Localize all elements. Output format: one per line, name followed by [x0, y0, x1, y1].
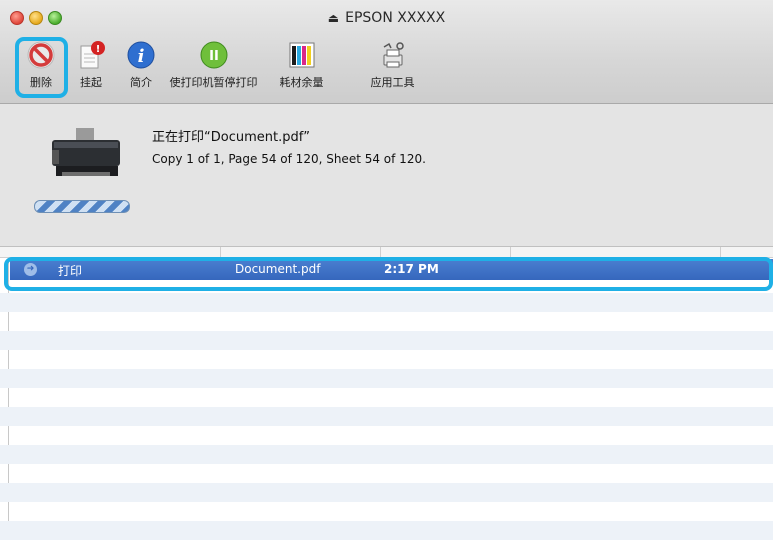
row-highlight [4, 257, 773, 291]
column-divider [510, 247, 511, 257]
pause-icon: II [200, 41, 227, 69]
supply-levels-label: 耗材余量 [279, 76, 324, 89]
utility-icon [383, 42, 404, 68]
column-divider [380, 247, 381, 257]
printer-icon [52, 128, 120, 176]
job-title: 正在打印“Document.pdf” [152, 130, 311, 145]
info-glyph: i [138, 46, 145, 67]
empty-row [0, 407, 773, 426]
empty-row [0, 445, 773, 464]
printer-queue-icon: ⏏ [327, 11, 340, 25]
pause-glyph: II [209, 49, 219, 64]
hold-button[interactable]: ! 挂起 [75, 40, 107, 90]
utility-label: 应用工具 [370, 76, 415, 89]
empty-row [0, 483, 773, 502]
print-queue-window: ⏏ EPSON XXXXX 删除 ! 挂起 i 简介 II 使打印机暂停打印 耗… [0, 0, 773, 540]
supply-levels-button[interactable]: 耗材余量 [274, 40, 329, 90]
info-label: 简介 [130, 76, 152, 89]
window-title: ⏏ EPSON XXXXX [0, 10, 773, 26]
info-icon: i [127, 41, 155, 69]
pause-printer-label: 使打印机暂停打印 [169, 76, 258, 89]
empty-row [0, 369, 773, 388]
hold-icon: ! [80, 41, 105, 69]
column-divider [720, 247, 721, 257]
job-detail: Copy 1 of 1, Page 54 of 120, Sheet 54 of… [152, 152, 426, 166]
window-title-text: EPSON XXXXX [345, 10, 446, 26]
column-divider [220, 247, 221, 257]
utility-button[interactable]: 应用工具 [365, 40, 420, 90]
job-info-panel: 正在打印“Document.pdf” Copy 1 of 1, Page 54 … [0, 104, 773, 247]
pause-printer-button[interactable]: II 使打印机暂停打印 [162, 40, 265, 90]
info-button[interactable]: i 简介 [124, 40, 158, 90]
progress-bar [34, 200, 130, 213]
delete-highlight [15, 37, 68, 98]
toolbar: ⏏ EPSON XXXXX 删除 ! 挂起 i 简介 II 使打印机暂停打印 耗… [0, 0, 773, 104]
empty-row [0, 331, 773, 350]
empty-row [0, 521, 773, 540]
hold-badge: ! [96, 44, 101, 55]
supply-levels-icon [289, 42, 314, 68]
hold-label: 挂起 [80, 76, 102, 89]
empty-row [0, 293, 773, 312]
